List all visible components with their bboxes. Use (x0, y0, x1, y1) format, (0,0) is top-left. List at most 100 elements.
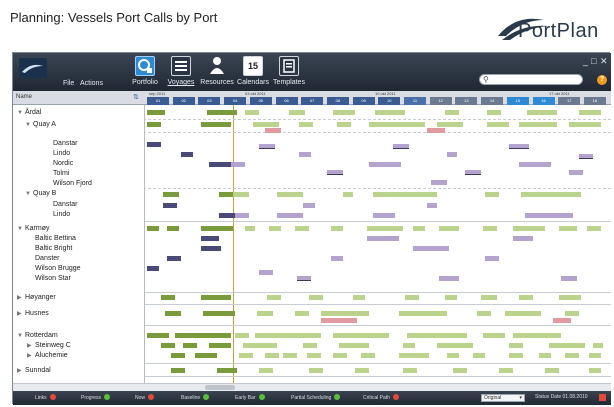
schedule-bar[interactable] (487, 122, 509, 127)
legend-item-partial-scheduling[interactable]: Partial Scheduling (291, 394, 341, 401)
schedule-bar[interactable] (283, 353, 297, 358)
app-logo-icon[interactable] (19, 58, 47, 78)
schedule-bar[interactable] (171, 353, 185, 358)
vessel-call-bar[interactable] (147, 142, 161, 147)
schedule-bar[interactable] (175, 333, 231, 338)
voyages-button[interactable]: Voyages (163, 55, 199, 89)
resources-button[interactable]: Resources (199, 55, 235, 89)
vessel-call-bar[interactable] (427, 203, 437, 208)
schedule-bar[interactable] (201, 122, 231, 127)
collapse-triangle-icon[interactable]: ▶ (17, 367, 25, 374)
tree-vessel[interactable]: Wilson Brugge (35, 265, 81, 272)
schedule-bar[interactable] (519, 122, 557, 127)
conflict-bar[interactable] (427, 128, 445, 133)
tree-vessel[interactable]: Tolmi (53, 170, 69, 177)
schedule-bar[interactable] (343, 192, 353, 197)
schedule-bar[interactable] (201, 226, 233, 231)
tree-terminal[interactable]: ▶ Aluchemie (27, 352, 68, 359)
name-column-header[interactable]: Name (16, 94, 32, 100)
schedule-bar[interactable] (289, 110, 305, 115)
plus-circle-icon[interactable] (104, 394, 111, 400)
tree-terminal[interactable]: ▶ Steinweg C (27, 342, 71, 349)
vessel-call-bar[interactable] (235, 213, 249, 218)
schedule-bar[interactable] (309, 295, 323, 300)
vessel-call-bar[interactable] (367, 236, 399, 241)
vessel-call-bar[interactable] (219, 213, 235, 218)
plus-circle-icon[interactable] (258, 394, 265, 400)
schedule-bar[interactable] (333, 353, 347, 358)
vessel-call-bar[interactable] (181, 152, 193, 157)
schedule-bar[interactable] (245, 110, 259, 115)
schedule-bar[interactable] (259, 368, 273, 373)
schedule-bar[interactable] (549, 343, 585, 348)
schedule-bar[interactable] (407, 333, 467, 338)
vessel-call-bar[interactable] (303, 203, 315, 208)
schedule-bar[interactable] (295, 311, 309, 316)
vessel-call-bar[interactable] (201, 236, 219, 241)
tree-port-karmoy[interactable]: ▼ Karmøy (17, 225, 50, 232)
file-menu[interactable]: File (63, 80, 74, 87)
schedule-bar[interactable] (339, 343, 369, 348)
vessel-call-bar[interactable] (431, 180, 447, 185)
vessel-call-bar[interactable] (439, 276, 459, 281)
schedule-bar[interactable] (593, 343, 603, 348)
schedule-bar[interactable] (453, 368, 467, 373)
legend-item-now[interactable]: Now (135, 394, 155, 401)
vessel-call-bar[interactable] (509, 144, 529, 149)
schedule-bar[interactable] (579, 110, 601, 115)
schedule-bar[interactable] (509, 353, 523, 358)
schedule-bar[interactable] (405, 295, 419, 300)
vessel-call-bar[interactable] (327, 170, 343, 175)
tree-quay-a[interactable]: ▼ Quay A (25, 121, 56, 128)
schedule-bar[interactable] (481, 295, 497, 300)
schedule-bar[interactable] (355, 368, 369, 373)
schedule-bar[interactable] (257, 311, 273, 316)
tree-port-husnes[interactable]: ▶ Husnes (17, 310, 49, 317)
schedule-bar[interactable] (445, 295, 457, 300)
schedule-bar[interactable] (565, 311, 579, 316)
schedule-bar[interactable] (203, 311, 235, 316)
schedule-bar[interactable] (539, 353, 551, 358)
schedule-bar[interactable] (161, 343, 175, 348)
conflict-bar[interactable] (265, 128, 281, 133)
schedule-bar[interactable] (519, 295, 533, 300)
tree-vessel[interactable]: Lindo (53, 150, 70, 157)
schedule-bar[interactable] (277, 192, 303, 197)
tree-vessel[interactable]: Lindo (53, 211, 70, 218)
tree-port-rotterdam[interactable]: ▼ Rotterdam (17, 332, 58, 339)
conflict-bar[interactable] (321, 318, 357, 323)
calendar-icon[interactable] (599, 394, 606, 401)
collapse-triangle-icon[interactable]: ▶ (17, 310, 25, 317)
vessel-call-bar[interactable] (297, 276, 311, 281)
schedule-bar[interactable] (207, 110, 237, 115)
collapse-triangle-icon[interactable]: ▶ (27, 342, 35, 349)
schedule-bar[interactable] (265, 353, 279, 358)
vessel-call-bar[interactable] (147, 266, 159, 271)
schedule-bar[interactable] (147, 333, 169, 338)
vessel-call-bar[interactable] (259, 144, 275, 149)
schedule-bar[interactable] (147, 226, 159, 231)
schedule-bar[interactable] (437, 122, 463, 127)
vessel-call-bar[interactable] (209, 162, 231, 167)
schedule-bar[interactable] (361, 353, 375, 358)
expand-triangle-icon[interactable]: ▼ (17, 226, 25, 232)
schedule-bar[interactable] (303, 343, 317, 348)
schedule-bar[interactable] (233, 192, 249, 197)
schedule-bar[interactable] (589, 353, 601, 358)
tree-vessel[interactable]: Wilson Fjord (53, 180, 92, 187)
collapse-triangle-icon[interactable]: ▶ (17, 294, 25, 301)
vessel-call-bar[interactable] (485, 256, 499, 261)
vessel-call-bar[interactable] (231, 162, 245, 167)
legend-item-links[interactable]: Links (35, 394, 56, 401)
vessel-call-bar[interactable] (561, 276, 577, 281)
expand-triangle-icon[interactable]: ▼ (17, 333, 25, 339)
vessel-call-bar[interactable] (299, 152, 311, 157)
schedule-bar[interactable] (513, 226, 545, 231)
schedule-bar[interactable] (267, 295, 281, 300)
horizontal-scrollbar[interactable] (13, 383, 611, 391)
schedule-bar[interactable] (353, 295, 365, 300)
schedule-bar[interactable] (299, 122, 313, 127)
legend-item-critical-path[interactable]: Critical Path (363, 394, 399, 401)
legend-item-early-bar[interactable]: Early Bar (235, 394, 265, 401)
schedule-bar[interactable] (505, 311, 541, 316)
